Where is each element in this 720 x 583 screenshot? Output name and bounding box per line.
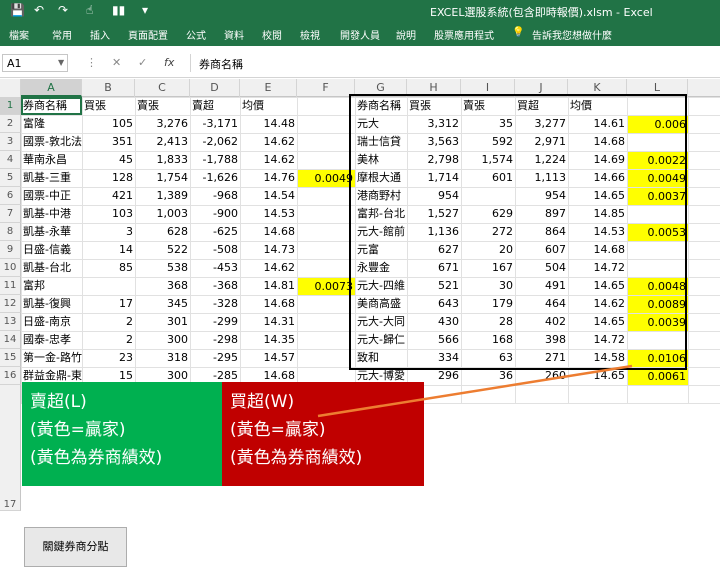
- tab-page-layout[interactable]: 頁面配置: [128, 27, 168, 42]
- formula-input[interactable]: 券商名稱: [190, 54, 718, 72]
- tab-developer[interactable]: 開發人員: [340, 27, 380, 42]
- formula-bar: A1 ▼ ⋮ ✕ ✓ fx 券商名稱: [0, 46, 720, 78]
- name-box-dropdown-icon[interactable]: ▼: [58, 58, 64, 67]
- worksheet[interactable]: ABCDEFGHIJKL 1 2 3 4 5 6 7 8 9 10 11 12 13 14 15 16 17 券…: [0, 79, 720, 583]
- chart-icon[interactable]: ▮▮: [112, 3, 125, 17]
- arrow-line: [317, 364, 633, 418]
- insert-function-icon[interactable]: fx: [164, 56, 174, 69]
- tab-stock-app[interactable]: 股票應用程式: [434, 27, 494, 42]
- tab-home[interactable]: 常用: [52, 27, 72, 42]
- ribbon-tabs: 檔案 常用 插入 頁面配置 公式 資料 校閱 檢視 開發人員 說明 股票應用程式…: [0, 22, 720, 46]
- enter-icon[interactable]: ✓: [138, 56, 147, 69]
- title-bar: 💾 ↶ ↷ ☝ ▮▮ ▾ EXCEL選股系統(包含即時報價).xlsm - Ex…: [0, 0, 720, 22]
- more-icon: ⋮: [86, 56, 97, 69]
- tab-file[interactable]: 檔案: [9, 27, 29, 42]
- lightbulb-icon: 💡: [512, 27, 525, 38]
- key-broker-button[interactable]: 關鍵券商分點: [24, 527, 127, 567]
- undo-icon[interactable]: ↶: [34, 3, 44, 17]
- tab-insert[interactable]: 插入: [90, 27, 110, 42]
- cancel-icon[interactable]: ✕: [112, 56, 121, 69]
- tab-review[interactable]: 校閱: [262, 27, 282, 42]
- window-title: EXCEL選股系統(包含即時報價).xlsm - Excel: [430, 6, 653, 19]
- tell-me-box[interactable]: 告訴我您想做什麼: [532, 27, 612, 42]
- customize-qat-icon[interactable]: ▾: [142, 3, 148, 17]
- tab-data[interactable]: 資料: [224, 27, 244, 42]
- arrow-connector: [317, 364, 633, 418]
- touch-mode-icon[interactable]: ☝: [86, 3, 93, 17]
- tab-view[interactable]: 檢視: [300, 27, 320, 42]
- save-icon[interactable]: 💾: [10, 3, 25, 17]
- redo-icon[interactable]: ↷: [58, 3, 68, 17]
- tab-formulas[interactable]: 公式: [186, 27, 206, 42]
- tab-help[interactable]: 說明: [396, 27, 416, 42]
